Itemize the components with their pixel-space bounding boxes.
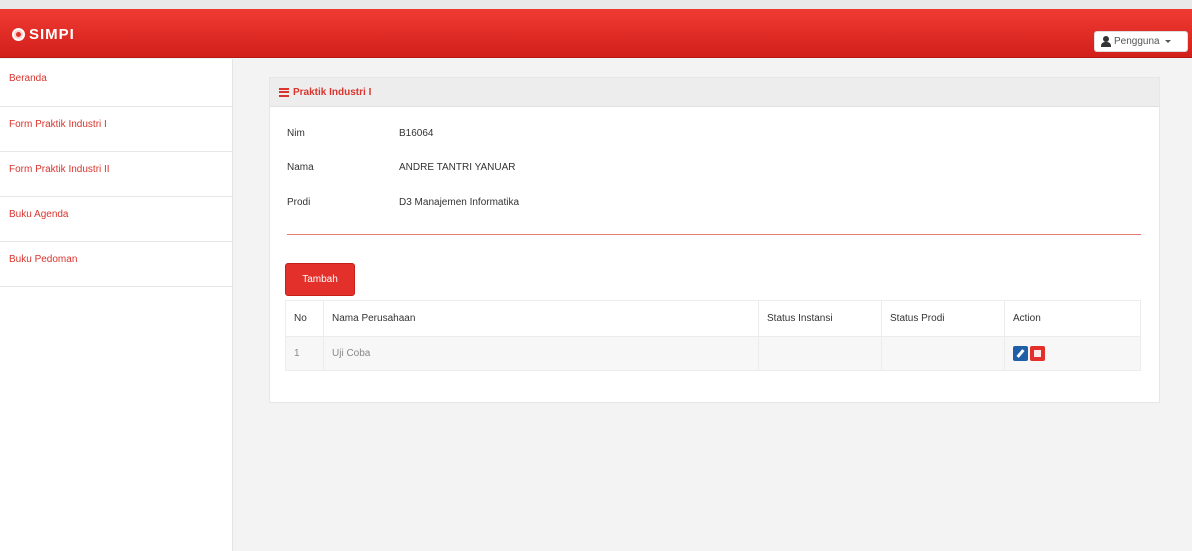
brand[interactable]: SIMPI (12, 25, 75, 43)
sidebar: Beranda Form Praktik Industri I Form Pra… (0, 59, 233, 551)
delete-icon[interactable] (1030, 346, 1045, 361)
col-header-action: Action (1004, 300, 1141, 337)
cell-nama-perusahaan: Uji Coba (323, 336, 759, 371)
cell-no: 1 (285, 336, 324, 371)
user-menu-label: Pengguna (1114, 36, 1160, 47)
info-value: D3 Manajemen Informatika (399, 197, 520, 208)
col-header-no: No (285, 300, 324, 337)
browser-top-strip (0, 0, 1192, 9)
panel-heading: Praktik Industri I (270, 78, 1159, 107)
sidebar-item-label: Form Praktik Industri II (9, 164, 110, 175)
cell-status-instansi (758, 336, 882, 371)
sidebar-item-buku-agenda[interactable]: Buku Agenda (0, 197, 232, 242)
sidebar-item-label: Buku Agenda (9, 209, 69, 220)
sidebar-item-buku-pedoman[interactable]: Buku Pedoman (0, 242, 232, 287)
tambah-button[interactable]: Tambah (285, 263, 355, 296)
praktik-industri-panel: Praktik Industri I Nim B16064 Nama ANDRE… (269, 77, 1160, 403)
sidebar-item-label: Form Praktik Industri I (9, 119, 107, 130)
user-menu-button[interactable]: Pengguna (1094, 31, 1188, 52)
info-value: B16064 (399, 128, 434, 139)
user-icon (1101, 36, 1111, 47)
col-header-status-instansi: Status Instansi (758, 300, 882, 337)
cell-status-prodi (881, 336, 1005, 371)
edit-icon[interactable] (1013, 346, 1028, 361)
info-label: Nim (287, 128, 305, 139)
brand-logo-icon (12, 27, 25, 41)
divider (287, 234, 1141, 235)
info-value: ANDRE TANTRI YANUAR (399, 162, 516, 173)
cell-action (1004, 336, 1141, 371)
list-icon (279, 87, 289, 97)
sidebar-item-form-praktik-industri-1[interactable]: Form Praktik Industri I (0, 107, 232, 152)
perusahaan-table: No Nama Perusahaan Status Instansi Statu… (285, 300, 1141, 371)
table-header-row: No Nama Perusahaan Status Instansi Statu… (285, 300, 1141, 337)
table-row: 1 Uji Coba (285, 336, 1141, 371)
brand-name: SIMPI (29, 25, 75, 43)
sidebar-item-label: Beranda (9, 73, 47, 84)
sidebar-item-form-praktik-industri-2[interactable]: Form Praktik Industri II (0, 152, 232, 197)
sidebar-item-beranda[interactable]: Beranda (0, 59, 232, 107)
caret-down-icon (1164, 40, 1171, 43)
col-header-status-prodi: Status Prodi (881, 300, 1005, 337)
info-label: Nama (287, 162, 314, 173)
info-label: Prodi (287, 197, 311, 208)
top-navbar: SIMPI Pengguna (0, 9, 1192, 58)
col-header-nama-perusahaan: Nama Perusahaan (323, 300, 759, 337)
sidebar-item-label: Buku Pedoman (9, 254, 78, 265)
panel-title: Praktik Industri I (293, 86, 372, 98)
